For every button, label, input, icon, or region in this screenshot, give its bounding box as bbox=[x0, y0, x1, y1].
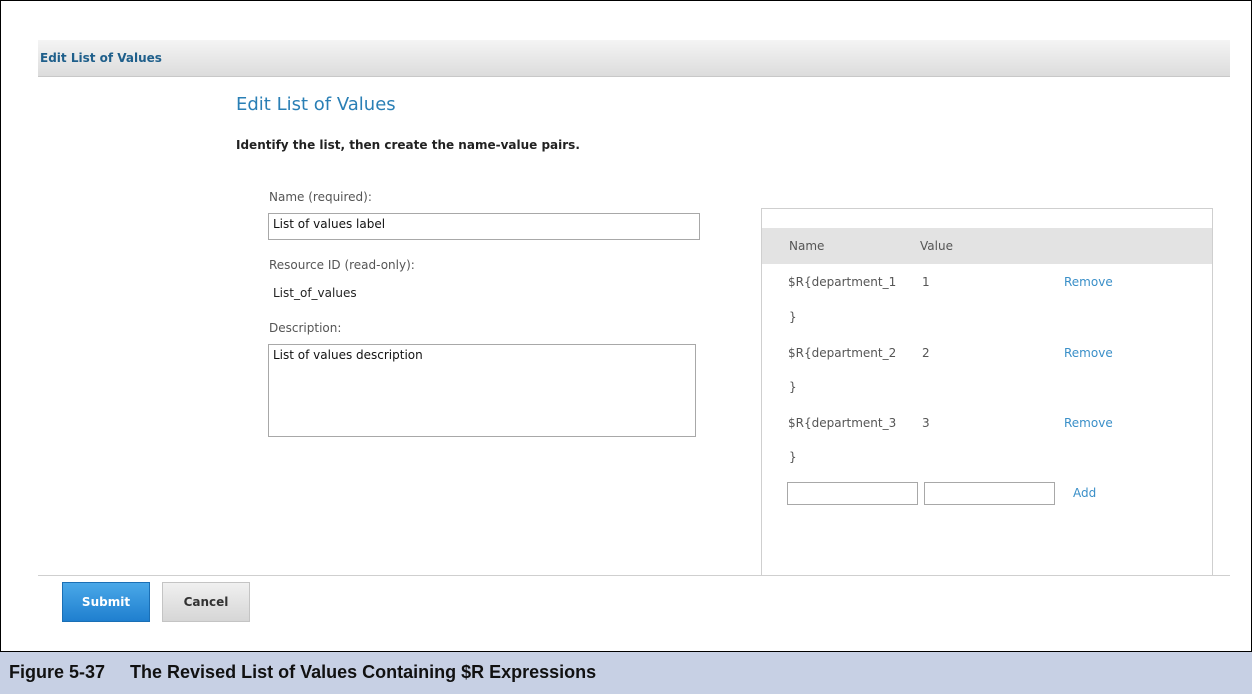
list-of-values-table: Name Value $R{department_1 1 Remove } $R… bbox=[761, 208, 1213, 576]
name-label: Name (required): bbox=[269, 190, 372, 204]
row-3-remove-link[interactable]: Remove bbox=[1064, 416, 1113, 430]
row-2-name: $R{department_2 bbox=[788, 346, 897, 360]
row-2-remove-link[interactable]: Remove bbox=[1064, 346, 1113, 360]
add-link[interactable]: Add bbox=[1073, 486, 1096, 500]
row-2-value: 2 bbox=[922, 346, 930, 360]
row-3-name-close: } bbox=[789, 450, 797, 464]
name-input[interactable]: List of values label bbox=[268, 213, 700, 240]
resource-id-label: Resource ID (read-only): bbox=[269, 258, 415, 272]
instructions-text: Identify the list, then create the name-… bbox=[236, 138, 580, 152]
row-1-name: $R{department_1 bbox=[788, 275, 897, 289]
row-2-name-close: } bbox=[789, 380, 797, 394]
description-textarea[interactable]: List of values description bbox=[268, 344, 696, 437]
column-header-value: Value bbox=[920, 239, 953, 253]
row-1-value: 1 bbox=[922, 275, 930, 289]
page-title: Edit List of Values bbox=[236, 94, 396, 115]
panel-header: Edit List of Values bbox=[38, 40, 1230, 77]
new-value-input[interactable] bbox=[924, 482, 1055, 505]
submit-button[interactable]: Submit bbox=[62, 582, 150, 622]
cancel-button[interactable]: Cancel bbox=[162, 582, 250, 622]
footer-divider bbox=[38, 575, 1230, 576]
resource-id-value: List_of_values bbox=[273, 286, 357, 300]
row-1-remove-link[interactable]: Remove bbox=[1064, 275, 1113, 289]
table-header: Name Value bbox=[762, 228, 1212, 264]
row-1-name-close: } bbox=[789, 310, 797, 324]
row-3-value: 3 bbox=[922, 416, 930, 430]
description-label: Description: bbox=[269, 321, 342, 335]
new-name-input[interactable] bbox=[787, 482, 918, 505]
figure-caption-text: Figure 5-37 The Revised List of Values C… bbox=[9, 662, 597, 682]
column-header-name: Name bbox=[789, 239, 825, 253]
panel-header-title: Edit List of Values bbox=[40, 51, 162, 65]
figure-caption: Figure 5-37 The Revised List of Values C… bbox=[0, 651, 1252, 694]
row-3-name: $R{department_3 bbox=[788, 416, 897, 430]
